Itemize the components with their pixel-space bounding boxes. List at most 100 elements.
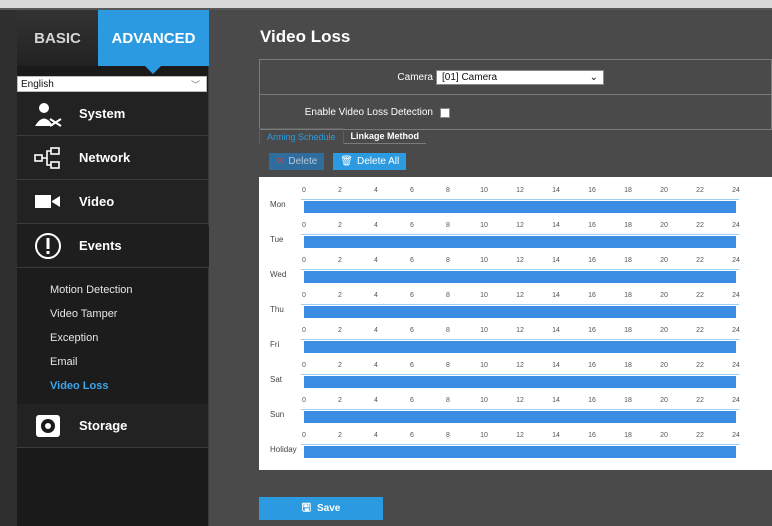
hour-scale [301,231,739,235]
sub-motion-detection[interactable]: Motion Detection [17,278,208,302]
hour-tick: 24 [732,362,740,369]
hour-tick: 16 [588,397,596,404]
delete-label: Delete [288,156,318,167]
hour-tick: 8 [446,257,450,264]
sub-video-loss[interactable]: Video Loss [17,374,208,398]
hour-tick: 20 [660,222,668,229]
hour-tick: 14 [552,257,560,264]
sub-video-tamper[interactable]: Video Tamper [17,302,208,326]
hour-tick: 24 [732,432,740,439]
hour-tick: 0 [302,222,306,229]
sub-email[interactable]: Email [17,350,208,374]
hour-tick: 24 [732,292,740,299]
enable-row: Enable Video Loss Detection [260,95,771,130]
hour-tick: 4 [374,257,378,264]
hour-tick: 4 [374,187,378,194]
camera-select[interactable]: [01] Camera ⌄ [436,69,604,85]
hour-tick: 16 [588,362,596,369]
hour-tick: 22 [696,257,704,264]
hour-tick: 6 [410,257,414,264]
day-label: Mon [270,200,286,209]
nav-storage[interactable]: Storage [17,404,208,448]
armed-time-bar[interactable] [304,201,736,213]
hour-tick: 2 [338,362,342,369]
hour-tick: 0 [302,432,306,439]
hour-tick: 6 [410,432,414,439]
hour-tick: 2 [338,292,342,299]
hour-tick: 6 [410,397,414,404]
hour-tick: 2 [338,397,342,404]
hour-tick: 22 [696,432,704,439]
basic-mode-tab[interactable]: BASIC [17,10,98,66]
nav-video[interactable]: Video [17,180,208,224]
hour-tick: 16 [588,257,596,264]
day-label: Thu [270,305,284,314]
hour-tick: 4 [374,432,378,439]
storage-icon [17,413,79,439]
app-root: BASIC ADVANCED English ﹀ System Network … [0,0,772,526]
schedule-row: Holiday 0 2 4 6 8 10 12 14 16 18 20 22 24 [259,428,772,463]
armed-time-bar[interactable] [304,341,736,353]
armed-time-bar[interactable] [304,236,736,248]
sub-exception[interactable]: Exception [17,326,208,350]
hour-tick: 14 [552,292,560,299]
enable-checkbox[interactable] [440,107,450,118]
hour-tick: 14 [552,187,560,194]
save-icon: 🖫 [301,502,311,514]
nav-video-label: Video [79,194,115,209]
armed-time-bar[interactable] [304,376,736,388]
armed-time-bar[interactable] [304,446,736,458]
hour-tick: 14 [552,327,560,334]
main-panel: Video Loss Camera [01] Camera ⌄ Enable V… [209,10,772,526]
hour-scale [301,196,739,200]
tab-linkage-method[interactable]: Linkage Method [343,128,427,144]
save-button[interactable]: 🖫 Save [259,497,383,520]
nav-network[interactable]: Network [17,136,208,180]
trash-icon: 🗑 [340,156,353,167]
delete-all-label: Delete All [357,156,400,167]
hour-tick: 18 [624,327,632,334]
delete-button[interactable]: ✕ Delete [269,153,325,170]
hour-tick: 18 [624,397,632,404]
hour-tick: 12 [516,432,524,439]
hour-tick: 20 [660,362,668,369]
hour-tick: 8 [446,327,450,334]
nav-system[interactable]: System [17,92,208,136]
hour-tick: 10 [480,222,488,229]
hour-tick: 8 [446,432,450,439]
network-icon [17,146,79,170]
hour-tick: 22 [696,397,704,404]
camera-value: [01] Camera [442,71,498,83]
arming-schedule-grid: Mon 0 2 4 6 8 10 12 14 16 18 20 22 24 Tue 0 2 4 6 8 10 12 14 16… [259,177,772,470]
hour-tick: 20 [660,432,668,439]
hour-tick: 18 [624,257,632,264]
hour-tick: 14 [552,432,560,439]
delete-all-button[interactable]: 🗑 Delete All [333,153,407,170]
hour-tick: 12 [516,327,524,334]
schedule-row: Thu 0 2 4 6 8 10 12 14 16 18 20 22 24 [259,288,772,323]
schedule-row: Mon 0 2 4 6 8 10 12 14 16 18 20 22 24 [259,183,772,218]
hour-tick: 4 [374,222,378,229]
armed-time-bar[interactable] [304,271,736,283]
hour-tick: 18 [624,432,632,439]
chevron-down-icon: ﹀ [190,79,200,90]
events-submenu: Motion Detection Video Tamper Exception … [17,268,208,404]
language-select[interactable]: English ﹀ [17,76,207,92]
hour-tick: 12 [516,222,524,229]
nav-events[interactable]: Events [17,224,216,268]
hour-tick: 20 [660,187,668,194]
armed-time-bar[interactable] [304,306,736,318]
hour-tick: 18 [624,222,632,229]
hour-tick: 22 [696,292,704,299]
tab-arming-schedule[interactable]: Arming Schedule [259,128,344,144]
hour-tick: 18 [624,292,632,299]
hour-tick: 6 [410,362,414,369]
armed-time-bar[interactable] [304,411,736,423]
hour-tick: 20 [660,327,668,334]
hour-tick: 22 [696,327,704,334]
hour-tick: 16 [588,222,596,229]
hour-tick: 24 [732,187,740,194]
advanced-mode-tab[interactable]: ADVANCED [98,10,209,74]
hour-tick: 2 [338,327,342,334]
language-value: English [21,78,54,90]
